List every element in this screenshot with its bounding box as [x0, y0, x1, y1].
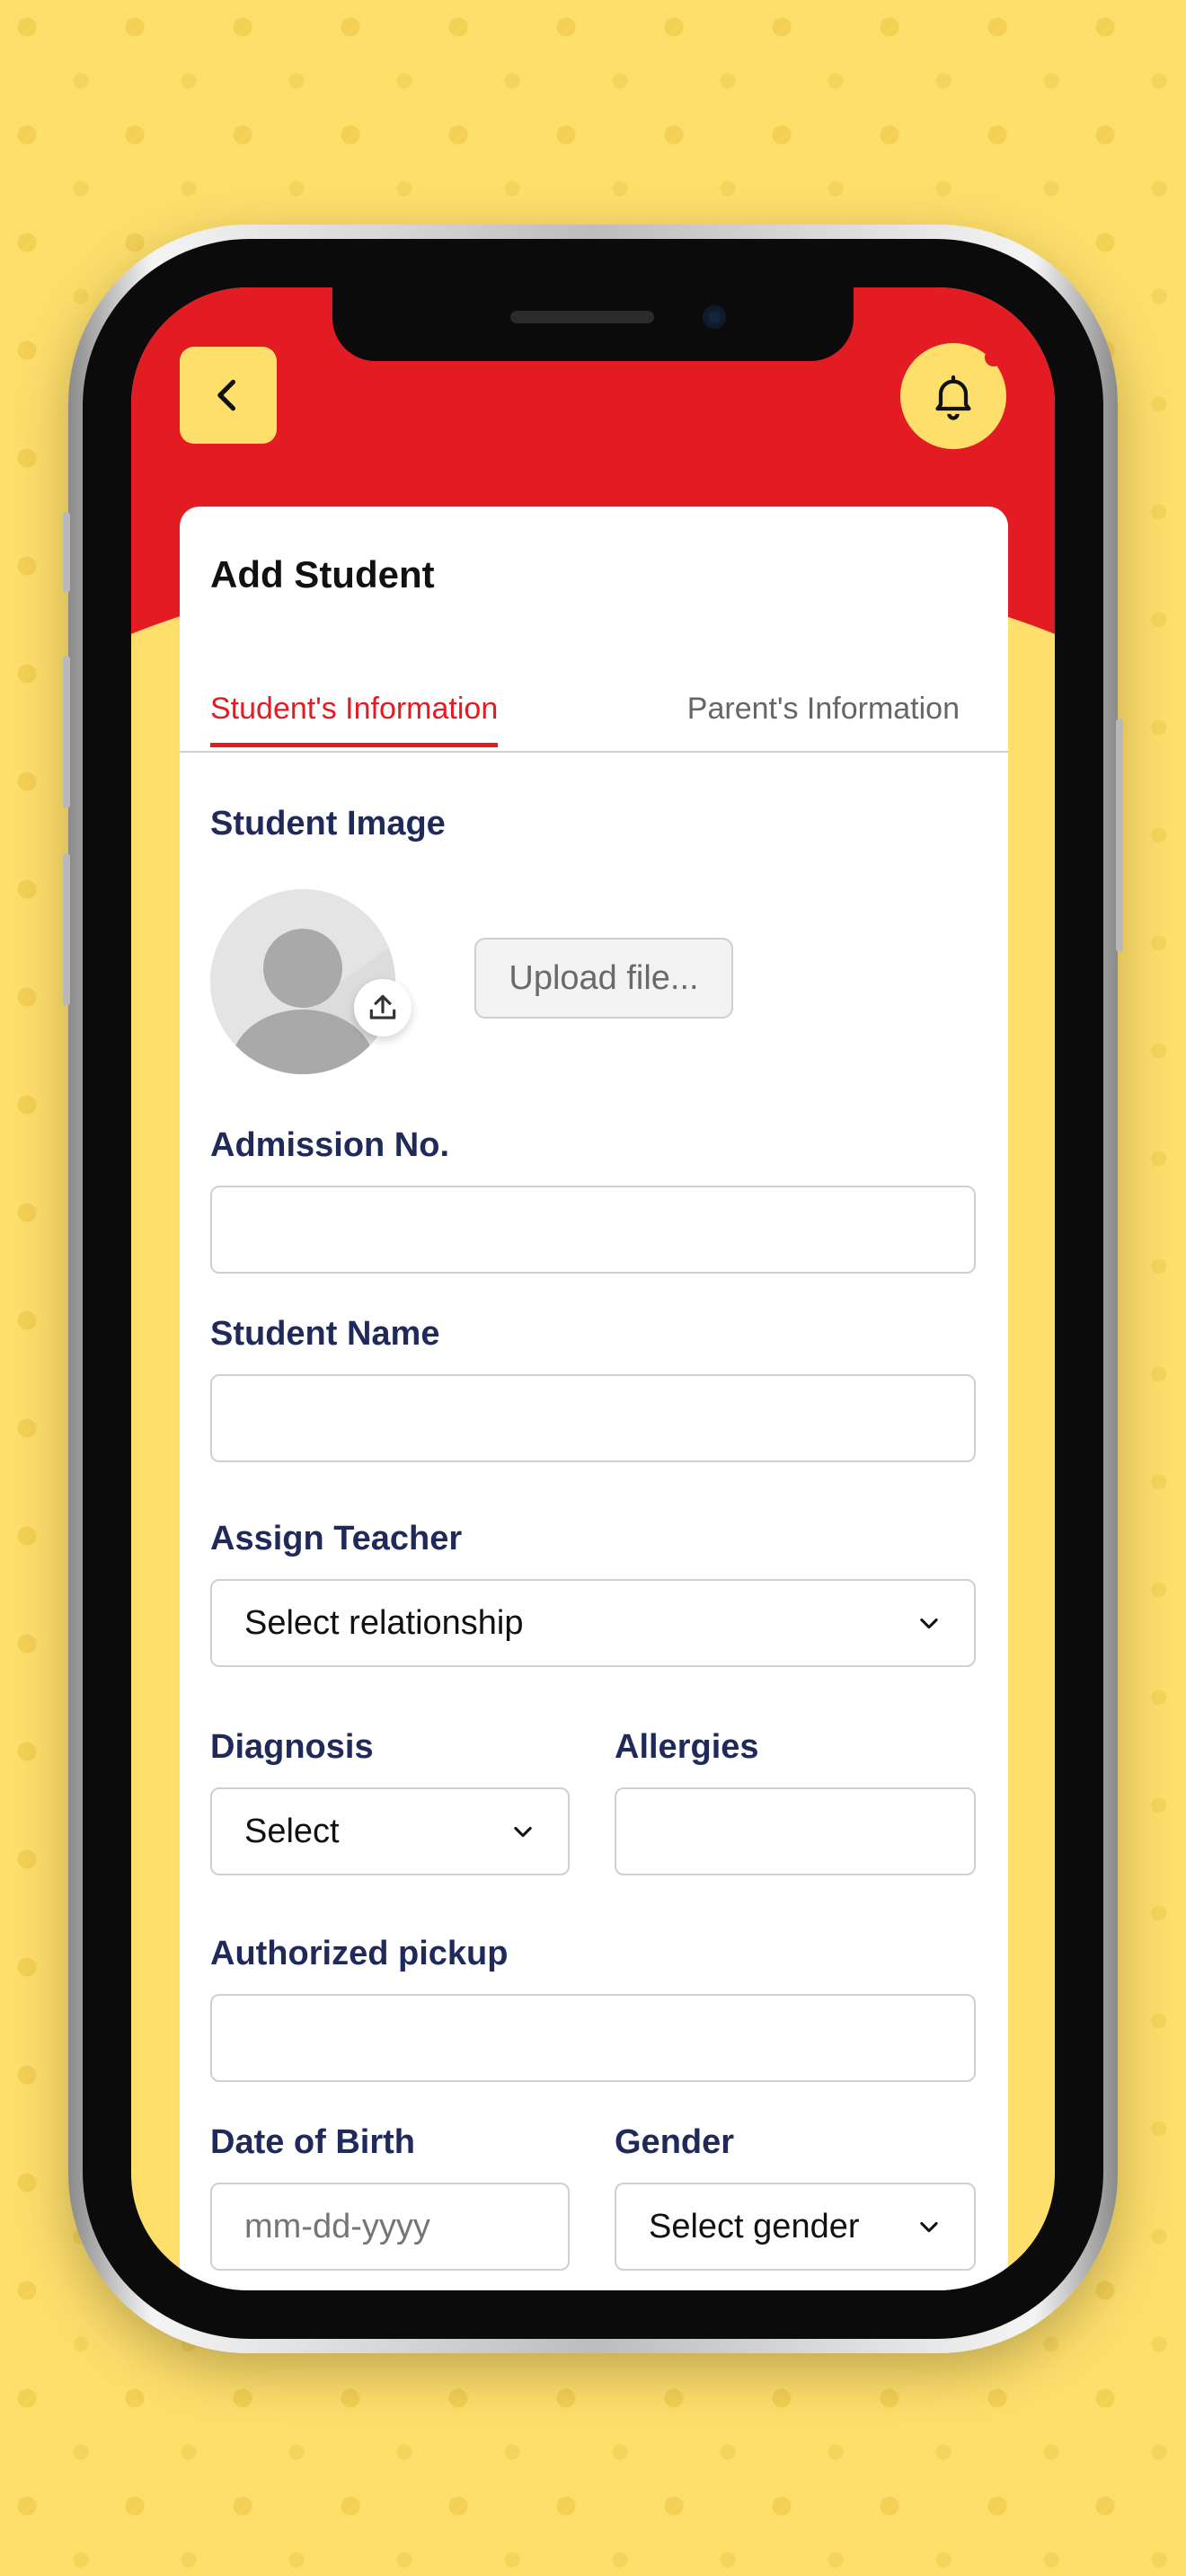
gender-label: Gender [615, 2123, 735, 2161]
tab-bar: Student's Information Parent's Informati… [180, 675, 1008, 753]
date-of-birth-label: Date of Birth [210, 2123, 415, 2161]
phone-frame: Add Student Student's Information Parent… [63, 225, 1123, 2353]
tab-students-information[interactable]: Student's Information [210, 692, 499, 747]
app-screen: Add Student Student's Information Parent… [131, 287, 1055, 2290]
bell-icon [935, 375, 971, 420]
volume-up-button [63, 656, 70, 808]
gender-value: Select gender [649, 2207, 860, 2245]
authorized-pickup-input[interactable] [210, 1994, 976, 2082]
student-name-input[interactable] [210, 1374, 976, 1462]
volume-down-button [63, 853, 70, 1006]
admission-no-input[interactable] [210, 1186, 976, 1274]
date-of-birth-input[interactable] [210, 2183, 570, 2271]
mute-switch [63, 512, 70, 593]
assign-teacher-value: Select relationship [244, 1603, 524, 1642]
upload-file-button[interactable]: Upload file... [474, 938, 733, 1019]
tab-parents-information[interactable]: Parent's Information [687, 692, 960, 727]
authorized-pickup-label: Authorized pickup [210, 1935, 509, 1972]
student-name-label: Student Name [210, 1315, 440, 1353]
avatar-placeholder [210, 889, 395, 1074]
page-title: Add Student [210, 553, 435, 595]
user-silhouette-icon [210, 889, 395, 1074]
back-button[interactable] [180, 347, 277, 444]
diagnosis-label: Diagnosis [210, 1728, 374, 1766]
assign-teacher-select[interactable]: Select relationship [210, 1579, 976, 1667]
chevron-left-icon [217, 379, 236, 411]
upload-photo-button[interactable] [354, 979, 412, 1037]
form-card: Add Student Student's Information Parent… [180, 507, 1008, 2290]
speaker-grille [510, 311, 654, 323]
front-camera [703, 305, 726, 329]
allergies-input[interactable] [615, 1787, 976, 1875]
chevron-down-icon [514, 1826, 532, 1838]
assign-teacher-label: Assign Teacher [210, 1520, 463, 1557]
unread-badge [985, 348, 1003, 366]
notch [332, 287, 854, 361]
chevron-down-icon [920, 1618, 938, 1629]
allergies-label: Allergies [615, 1728, 759, 1766]
student-image-label: Student Image [210, 805, 446, 842]
power-button [1116, 719, 1123, 952]
upload-icon [369, 994, 396, 1019]
diagnosis-select[interactable]: Select [210, 1787, 570, 1875]
diagnosis-value: Select [244, 1812, 340, 1850]
admission-no-label: Admission No. [210, 1126, 450, 1164]
gender-select[interactable]: Select gender [615, 2183, 976, 2271]
notification-button[interactable] [900, 343, 1006, 449]
chevron-down-icon [920, 2221, 938, 2233]
